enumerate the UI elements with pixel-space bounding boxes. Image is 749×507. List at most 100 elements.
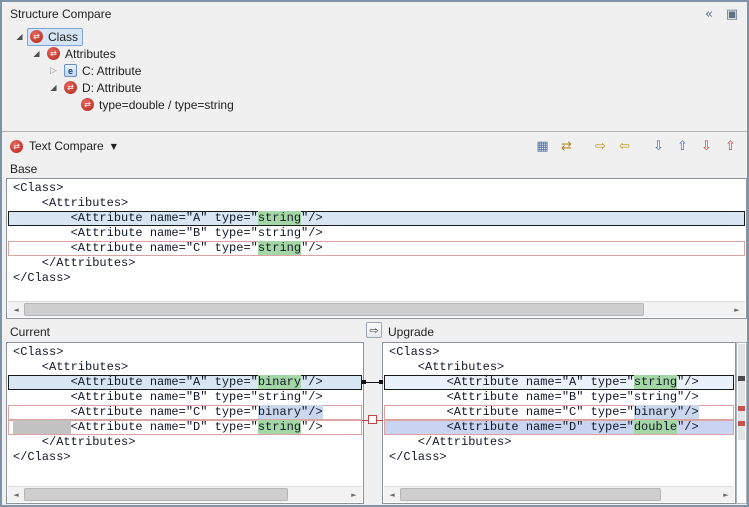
- scrollbar-track[interactable]: [24, 487, 346, 502]
- copy-all-right-to-left-icon[interactable]: ⇦: [614, 136, 635, 157]
- upgrade-code-area: <Class> <Attributes> <Attribute name="A"…: [384, 345, 734, 465]
- code-line[interactable]: <Attribute name="C" type="string"/>: [8, 241, 745, 256]
- compare-viewer-selector[interactable]: ⇄ Text Compare ▼: [10, 139, 117, 153]
- current-code-area: <Class> <Attributes> <Attribute name="A"…: [8, 345, 362, 465]
- next-change-icon[interactable]: ⇩: [696, 136, 717, 157]
- code-line[interactable]: <Attributes>: [8, 196, 745, 211]
- next-difference-icon[interactable]: ⇩: [648, 136, 669, 157]
- diff-overview-mark[interactable]: [738, 421, 745, 426]
- code-token: <Attribute name="C" type=": [389, 405, 634, 419]
- tree-item-selection: ⇄Attributes: [44, 45, 121, 63]
- collapse-expander-icon[interactable]: ◢: [46, 83, 61, 92]
- base-code-area: <Class> <Attributes> <Attribute name="A"…: [8, 181, 745, 286]
- tree-item-type-double-type-string[interactable]: ⇄type=double / type=string: [4, 96, 745, 113]
- text-compare-title: Text Compare: [29, 139, 104, 153]
- code-line[interactable]: </Class>: [8, 450, 362, 465]
- code-token: <Attribute name="A" type=": [389, 375, 634, 389]
- code-line[interactable]: <Class>: [8, 181, 745, 196]
- code-line[interactable]: </Attributes>: [8, 256, 745, 271]
- code-line[interactable]: <Attribute name="A" type="string"/>: [384, 375, 734, 390]
- swap-left-right-icon[interactable]: ⇄: [556, 136, 577, 157]
- tree-item-label: D: Attribute: [82, 81, 141, 95]
- merge-handle-icon[interactable]: [368, 415, 377, 424]
- scrollbar-track[interactable]: [400, 487, 718, 502]
- scroll-left-button[interactable]: ◄: [8, 302, 24, 317]
- code-line[interactable]: <Attribute name="A" type="binary"/>: [8, 375, 362, 390]
- diff-change-icon: ⇄: [64, 81, 77, 94]
- code-line[interactable]: </Attributes>: [8, 435, 362, 450]
- tree-item-selection: eC: Attribute: [61, 62, 146, 80]
- code-token: "/>: [677, 420, 699, 434]
- compare-editor-window: Structure Compare «▣ ◢⇄Class◢⇄Attributes…: [0, 0, 749, 507]
- upgrade-editor-pane[interactable]: <Class> <Attributes> <Attribute name="A"…: [382, 342, 736, 504]
- code-token: "/>: [677, 375, 699, 389]
- previous-difference-icon[interactable]: ⇧: [672, 136, 693, 157]
- compare-toolbar-buttons: ▦⇄⇨⇦⇩⇧⇩⇧: [532, 136, 741, 157]
- code-line[interactable]: <Attribute name="B" type="string"/>: [8, 390, 362, 405]
- diff-overview-mark[interactable]: [738, 406, 745, 411]
- diff-connector-end: [362, 380, 366, 384]
- scroll-right-button[interactable]: ►: [729, 302, 745, 317]
- collapse-expander-icon[interactable]: ◢: [29, 49, 44, 58]
- code-line[interactable]: <Attribute name="B" type="string"/>: [8, 226, 745, 241]
- tree-item-label: C: Attribute: [82, 64, 141, 78]
- code-line[interactable]: <Attributes>: [8, 360, 362, 375]
- code-token: string: [258, 420, 301, 434]
- restore-pane-icon[interactable]: ▣: [723, 5, 741, 23]
- copy-all-left-to-right-icon[interactable]: ⇨: [590, 136, 611, 157]
- upgrade-horizontal-scrollbar[interactable]: ◄ ►: [384, 486, 734, 502]
- code-line[interactable]: <Attributes>: [384, 360, 734, 375]
- code-line[interactable]: <Attribute name="C" type="binary"/>: [8, 405, 362, 420]
- code-line[interactable]: <Attribute name="D" type="string"/>: [8, 420, 362, 435]
- code-line[interactable]: <Attribute name="C" type="binary"/>: [384, 405, 734, 420]
- expand-expander-icon[interactable]: ▷: [46, 66, 61, 76]
- diff-overview-mark[interactable]: [738, 376, 745, 381]
- scrollbar-thumb[interactable]: [24, 488, 288, 501]
- structure-compare-header: Structure Compare «▣: [2, 2, 747, 26]
- overview-ruler[interactable]: [736, 342, 747, 504]
- code-token: <Attribute name="A" type=": [13, 375, 258, 389]
- switch-compare-viewer-icon[interactable]: ▦: [532, 136, 553, 157]
- scroll-left-button[interactable]: ◄: [384, 487, 400, 502]
- scrollbar-thumb[interactable]: [24, 303, 644, 316]
- code-line[interactable]: <Class>: [384, 345, 734, 360]
- code-token: "/>: [301, 375, 323, 389]
- code-token: binary: [258, 375, 301, 389]
- tree-item-c-attribute[interactable]: ▷eC: Attribute: [4, 62, 745, 79]
- code-line[interactable]: <Attribute name="D" type="double"/>: [384, 420, 734, 435]
- code-token: string: [258, 241, 301, 255]
- current-horizontal-scrollbar[interactable]: ◄ ►: [8, 486, 362, 502]
- scrollbar-thumb[interactable]: [400, 488, 661, 501]
- code-token: <Attributes>: [13, 196, 128, 210]
- code-token: <Attribute name="B" type="string"/>: [13, 226, 323, 240]
- code-token: <Attribute name="C" type=": [13, 405, 258, 419]
- code-line[interactable]: <Class>: [8, 345, 362, 360]
- code-line[interactable]: </Class>: [384, 450, 734, 465]
- scroll-right-button[interactable]: ►: [718, 487, 734, 502]
- code-token: "/>: [301, 420, 323, 434]
- collapse-expander-icon[interactable]: ◢: [12, 32, 27, 41]
- previous-change-icon[interactable]: ⇧: [720, 136, 741, 157]
- code-line[interactable]: </Attributes>: [384, 435, 734, 450]
- code-token: string: [634, 375, 677, 389]
- scroll-right-button[interactable]: ►: [346, 487, 362, 502]
- tree-item-d-attribute[interactable]: ◢⇄ D: Attribute: [4, 79, 745, 96]
- tree-item-label: type=double / type=string: [99, 98, 234, 112]
- scroll-left-button[interactable]: ◄: [8, 487, 24, 502]
- code-token: string: [258, 211, 301, 225]
- scrollbar-track[interactable]: [24, 302, 729, 317]
- direction-indicator-icon[interactable]: ⇨: [366, 322, 382, 338]
- current-editor-pane[interactable]: <Class> <Attributes> <Attribute name="A"…: [6, 342, 364, 504]
- tree-item-class[interactable]: ◢⇄Class: [4, 28, 745, 45]
- base-horizontal-scrollbar[interactable]: ◄ ►: [8, 301, 745, 317]
- base-editor-pane[interactable]: <Class> <Attributes> <Attribute name="A"…: [6, 178, 747, 319]
- code-token: <Attribute name="B" type="string"/>: [389, 390, 699, 404]
- code-line[interactable]: <Attribute name="B" type="string"/>: [384, 390, 734, 405]
- diff-connector-end: [379, 380, 383, 384]
- tree-item-selection: ⇄ D: Attribute: [61, 79, 146, 97]
- code-line[interactable]: </Class>: [8, 271, 745, 286]
- tree-item-attributes[interactable]: ◢⇄Attributes: [4, 45, 745, 62]
- collapse-pane-icon[interactable]: «: [700, 5, 718, 23]
- code-token: </Attributes>: [13, 435, 135, 449]
- code-line[interactable]: <Attribute name="A" type="string"/>: [8, 211, 745, 226]
